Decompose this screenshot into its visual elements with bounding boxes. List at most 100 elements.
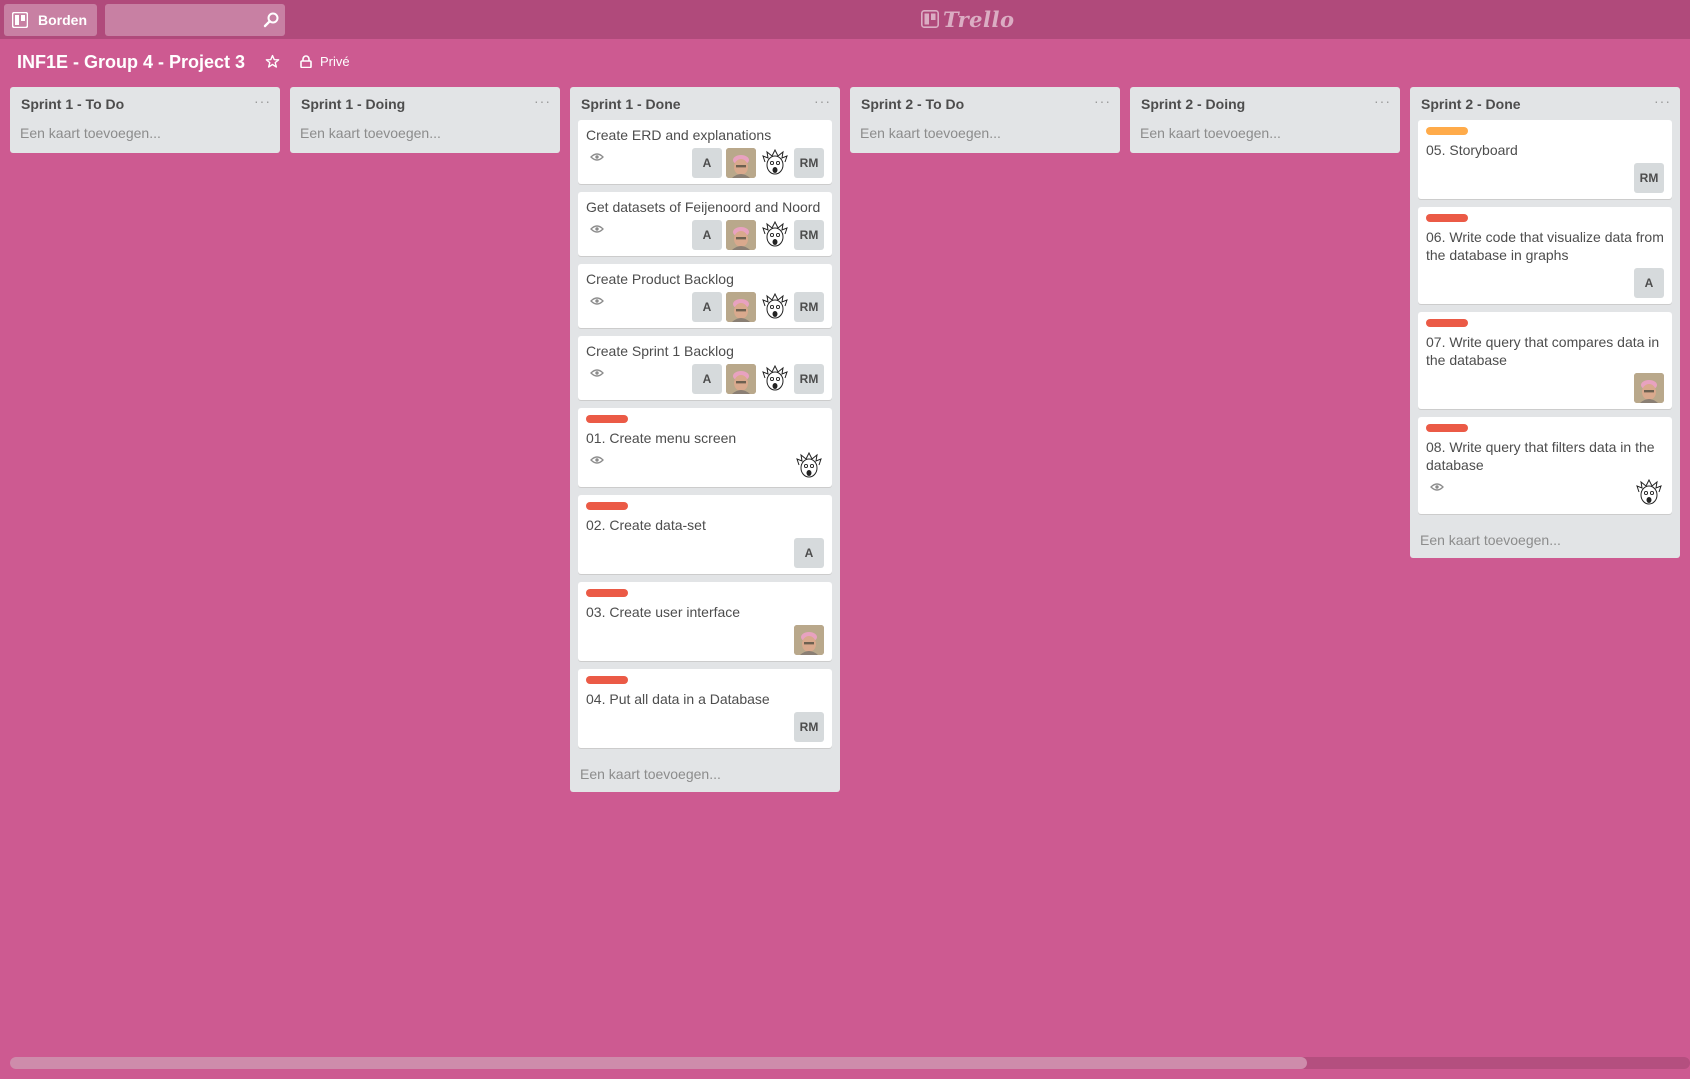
member-avatar-initials[interactable]: RM [1634, 163, 1664, 193]
member-avatar-photo[interactable] [794, 625, 824, 655]
add-card-link[interactable]: Een kaart toevoegen... [290, 120, 560, 153]
member-avatar-photo[interactable] [1634, 373, 1664, 403]
card-title: 04. Put all data in a Database [586, 691, 770, 707]
member-avatar-initials[interactable]: A [692, 292, 722, 322]
card-label [586, 502, 628, 510]
trello-logo[interactable]: Trello [921, 6, 1015, 32]
search-box[interactable] [105, 4, 285, 36]
list-menu-icon[interactable]: ··· [814, 93, 830, 109]
card[interactable]: Create ERD and explanations A RM [578, 120, 832, 184]
card-footer [1426, 373, 1664, 403]
card[interactable]: 07. Write query that compares data in th… [1418, 312, 1672, 409]
member-avatar-initials[interactable]: A [1634, 268, 1664, 298]
search-icon[interactable] [263, 12, 279, 28]
list-sprint1-doing: Sprint 1 - Doing ··· Een kaart toevoegen… [290, 87, 560, 153]
member-avatar-initials[interactable]: RM [794, 292, 824, 322]
member-avatar-photo[interactable] [726, 292, 756, 322]
member-avatar-sketch[interactable] [794, 451, 824, 481]
list-header: Sprint 2 - To Do ··· [850, 87, 1120, 120]
member-avatar-initials[interactable]: RM [794, 364, 824, 394]
member-avatar-initials[interactable]: A [692, 220, 722, 250]
card-label [586, 589, 628, 597]
list-title[interactable]: Sprint 1 - Doing [301, 96, 405, 112]
list-menu-icon[interactable]: ··· [1654, 93, 1670, 109]
card[interactable]: Create Product Backlog A RM [578, 264, 832, 328]
card-title: 06. Write code that visualize data from … [1426, 229, 1664, 263]
card-label [1426, 214, 1468, 222]
member-avatar-photo[interactable] [726, 364, 756, 394]
list-header: Sprint 2 - Done ··· [1410, 87, 1680, 120]
card[interactable]: Get datasets of Feijenoord and Noord A RM [578, 192, 832, 256]
member-avatar-sketch[interactable] [760, 364, 790, 394]
card-title: 05. Storyboard [1426, 142, 1518, 158]
list-sprint2-todo: Sprint 2 - To Do ··· Een kaart toevoegen… [850, 87, 1120, 153]
member-avatar-sketch[interactable] [760, 220, 790, 250]
list-sprint1-todo: Sprint 1 - To Do ··· Een kaart toevoegen… [10, 87, 280, 153]
list-menu-icon[interactable]: ··· [534, 93, 550, 109]
member-avatar-photo[interactable] [726, 220, 756, 250]
boards-label: Borden [38, 12, 87, 28]
member-avatar-photo[interactable] [726, 148, 756, 178]
card[interactable]: 08. Write query that filters data in the… [1418, 417, 1672, 514]
card[interactable]: 06. Write code that visualize data from … [1418, 207, 1672, 304]
member-avatar-sketch[interactable] [1634, 478, 1664, 508]
scrollbar-thumb[interactable] [10, 1057, 1307, 1069]
member-avatar-initials[interactable]: RM [794, 712, 824, 742]
list-menu-icon[interactable]: ··· [1374, 93, 1390, 109]
member-avatar-initials[interactable]: A [692, 364, 722, 394]
list-title[interactable]: Sprint 2 - To Do [861, 96, 964, 112]
card-label [1426, 424, 1468, 432]
card-members: A RM [688, 148, 824, 178]
card[interactable]: 04. Put all data in a Database RM [578, 669, 832, 748]
card-title: 01. Create menu screen [586, 430, 737, 446]
member-avatar-initials[interactable]: A [692, 148, 722, 178]
board-title[interactable]: INF1E - Group 4 - Project 3 [17, 52, 245, 73]
card-members [790, 451, 824, 481]
card[interactable]: 05. Storyboard RM [1418, 120, 1672, 199]
list-title[interactable]: Sprint 2 - Done [1421, 96, 1521, 112]
card[interactable]: Create Sprint 1 Backlog A RM [578, 336, 832, 400]
card-badges [586, 292, 604, 322]
card-footer: A RM [586, 364, 824, 394]
card-label [1426, 127, 1468, 135]
card-title: 02. Create data-set [586, 517, 706, 533]
list-title[interactable]: Sprint 2 - Doing [1141, 96, 1245, 112]
add-card-link[interactable]: Een kaart toevoegen... [570, 756, 840, 792]
search-input[interactable] [105, 4, 285, 36]
card-badges [1426, 478, 1444, 508]
top-bar: Borden Trello [0, 0, 1690, 39]
add-card-link[interactable]: Een kaart toevoegen... [850, 120, 1120, 153]
horizontal-scrollbar[interactable] [10, 1057, 1690, 1069]
card-list: 05. Storyboard RM 06. Write code that visu… [1410, 120, 1680, 514]
card-title: Create ERD and explanations [586, 127, 772, 143]
logo-text: Trello [943, 6, 1015, 32]
card-footer: A RM [586, 148, 824, 178]
list-menu-icon[interactable]: ··· [254, 93, 270, 109]
eye-icon [590, 296, 604, 306]
member-avatar-initials[interactable]: RM [794, 220, 824, 250]
list-title[interactable]: Sprint 1 - Done [581, 96, 681, 112]
member-avatar-sketch[interactable] [760, 148, 790, 178]
member-avatar-initials[interactable]: A [794, 538, 824, 568]
boards-button[interactable]: Borden [4, 4, 97, 36]
list-header: Sprint 1 - To Do ··· [10, 87, 280, 120]
card[interactable]: 02. Create data-set A [578, 495, 832, 574]
add-card-link[interactable]: Een kaart toevoegen... [1410, 522, 1680, 558]
eye-icon [590, 224, 604, 234]
privacy-label: Privé [320, 54, 350, 69]
privacy-button[interactable]: Privé [300, 54, 350, 69]
add-card-link[interactable]: Een kaart toevoegen... [1130, 120, 1400, 153]
add-card-link[interactable]: Een kaart toevoegen... [10, 120, 280, 153]
list-title[interactable]: Sprint 1 - To Do [21, 96, 124, 112]
member-avatar-initials[interactable]: RM [794, 148, 824, 178]
card-title: Create Product Backlog [586, 271, 734, 287]
card-badges [586, 451, 604, 481]
card[interactable]: 03. Create user interface [578, 582, 832, 661]
list-menu-icon[interactable]: ··· [1094, 93, 1110, 109]
member-avatar-sketch[interactable] [760, 292, 790, 322]
card[interactable]: 01. Create menu screen [578, 408, 832, 487]
trello-logo-icon [921, 10, 939, 28]
star-icon[interactable] [265, 54, 280, 69]
card-title: 08. Write query that filters data in the… [1426, 439, 1655, 473]
card-footer: A [586, 538, 824, 568]
